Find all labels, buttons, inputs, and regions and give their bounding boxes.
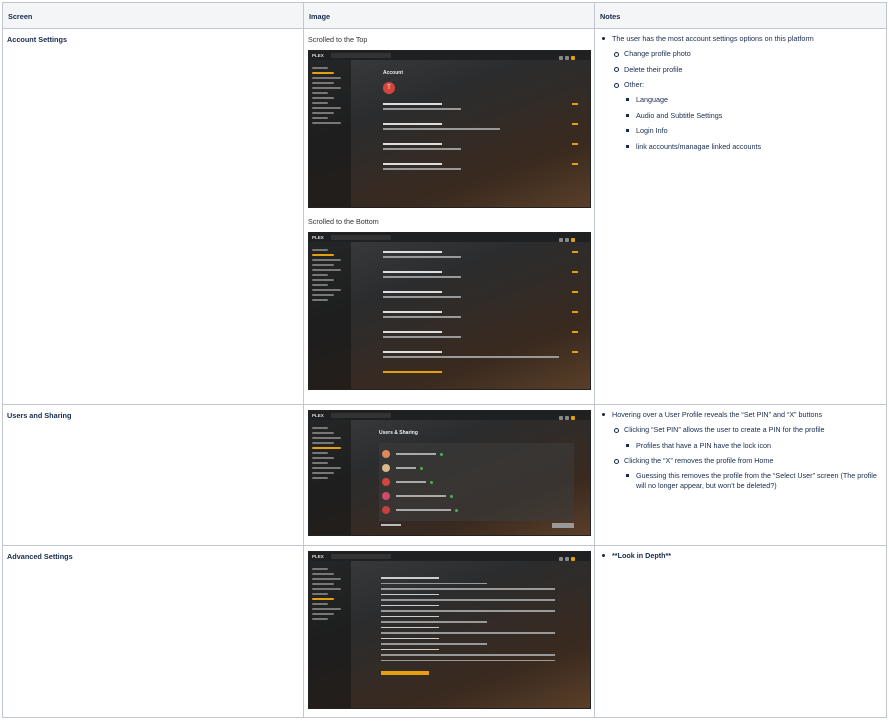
mock-title: Users & Sharing xyxy=(379,430,418,436)
list-item: Clicking “Set PIN” allows the user to cr… xyxy=(612,425,882,450)
list-item: link accounts/managae linked accounts xyxy=(624,142,882,151)
list-item: Profiles that have a PIN have the lock i… xyxy=(624,441,882,450)
list-item: Hovering over a User Profile reveals the… xyxy=(599,410,882,490)
list-item: Login Info xyxy=(624,126,882,135)
list-item: **Look in Depth** xyxy=(599,551,882,560)
plex-logo: PLEX xyxy=(312,554,324,559)
table-row: Advanced Settings PLEX **Look in Depth** xyxy=(2,545,887,718)
table-row: Account Settings Scrolled to the Top PLE… xyxy=(2,28,887,405)
plex-logo: PLEX xyxy=(312,235,324,240)
screenshot-account-top: PLEX Account T xyxy=(308,50,591,208)
list-item: The user has the most account settings o… xyxy=(599,34,882,151)
screen-name: Users and Sharing xyxy=(7,411,72,420)
list-item: Other: Language Audio and Subtitle Setti… xyxy=(612,80,882,151)
plex-logo: PLEX xyxy=(312,53,324,58)
list-item: Delete their profile xyxy=(612,65,882,74)
screen-cell: Advanced Settings xyxy=(2,545,304,718)
plex-logo: PLEX xyxy=(312,413,324,418)
caption-bottom: Scrolled to the Bottom xyxy=(308,217,379,226)
screenshot-advanced-settings: PLEX xyxy=(308,551,591,709)
mock-title: Account xyxy=(383,70,403,76)
image-cell: PLEX xyxy=(303,545,595,718)
caption-top: Scrolled to the Top xyxy=(308,35,368,44)
header-image: Image xyxy=(303,2,595,29)
list-item: Clicking the “X” removes the profile fro… xyxy=(612,456,882,490)
header-screen: Screen xyxy=(2,2,304,29)
notes-cell: **Look in Depth** xyxy=(594,545,887,718)
screen-name: Advanced Settings xyxy=(7,552,73,561)
screenshot-account-bottom: PLEX xyxy=(308,232,591,390)
table-header-row: Screen Image Notes xyxy=(2,2,887,29)
table-row: Users and Sharing PLEX Users & Sharing H… xyxy=(2,404,887,546)
screenshot-users-sharing: PLEX Users & Sharing xyxy=(308,410,591,536)
header-notes: Notes xyxy=(594,2,887,29)
notes-cell: Hovering over a User Profile reveals the… xyxy=(594,404,887,546)
screen-cell: Account Settings xyxy=(2,28,304,405)
screen-cell: Users and Sharing xyxy=(2,404,304,546)
list-item: Guessing this removes the profile from t… xyxy=(624,471,882,490)
image-cell: PLEX Users & Sharing xyxy=(303,404,595,546)
list-item: Language xyxy=(624,95,882,104)
list-item: Audio and Subtitle Settings xyxy=(624,111,882,120)
notes-cell: The user has the most account settings o… xyxy=(594,28,887,405)
screen-name: Account Settings xyxy=(7,35,67,44)
avatar: T xyxy=(383,82,395,94)
image-cell: Scrolled to the Top PLEX Account T Scrol… xyxy=(303,28,595,405)
notes-table: Screen Image Notes Account Settings Scro… xyxy=(2,2,887,718)
list-item: Change profile photo xyxy=(612,49,882,58)
